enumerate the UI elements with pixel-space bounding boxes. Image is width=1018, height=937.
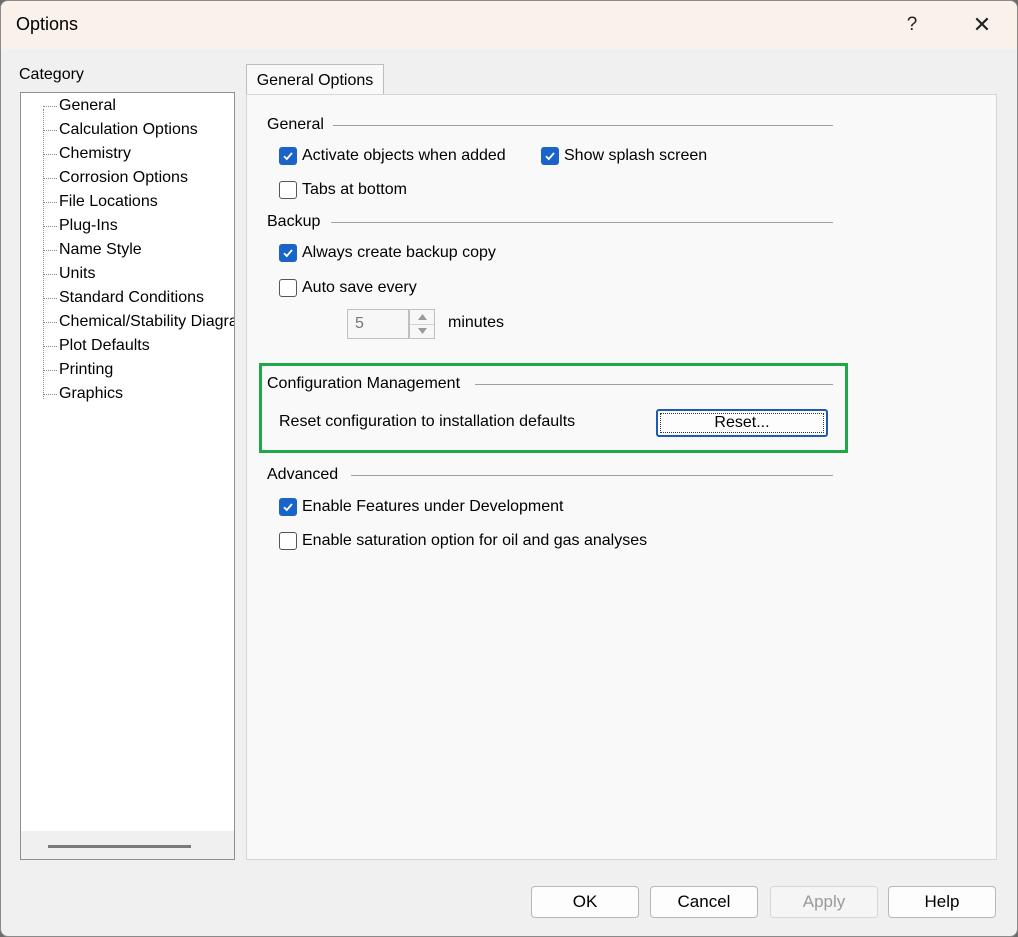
- tree-item-file-locations[interactable]: File Locations: [59, 191, 158, 213]
- always-backup-checkbox[interactable]: Always create backup copy: [279, 244, 496, 262]
- apply-button[interactable]: Apply: [770, 886, 878, 918]
- checkbox-checked-icon[interactable]: [279, 498, 297, 516]
- general-options-panel: General Activate objects when added Show…: [246, 94, 997, 860]
- auto-save-minutes-input[interactable]: 5: [347, 309, 409, 339]
- tree-item-chemistry[interactable]: Chemistry: [59, 143, 131, 165]
- activate-objects-checkbox[interactable]: Activate objects when added: [279, 147, 506, 165]
- tabs-at-bottom-label: Tabs at bottom: [302, 181, 407, 198]
- category-label: Category: [19, 66, 84, 83]
- minutes-label: minutes: [448, 314, 505, 331]
- group-divider: [331, 222, 833, 223]
- close-icon[interactable]: ✕: [959, 7, 1005, 43]
- highlight-box: [259, 363, 848, 453]
- tree-horizontal-scrollbar[interactable]: [21, 831, 234, 859]
- tree-item-chemical-stability-diagrams[interactable]: Chemical/Stability Diagra: [59, 311, 234, 333]
- tree-tick: [43, 370, 57, 371]
- tree-tick: [43, 346, 57, 347]
- enable-saturation-label: Enable saturation option for oil and gas…: [302, 532, 648, 549]
- group-divider: [351, 475, 833, 476]
- tree-tick: [43, 154, 57, 155]
- checkbox-unchecked-icon[interactable]: [279, 279, 297, 297]
- cancel-button[interactable]: Cancel: [650, 886, 758, 918]
- show-splash-label: Show splash screen: [564, 147, 708, 164]
- tree-item-printing[interactable]: Printing: [59, 359, 113, 381]
- tree-tick: [43, 298, 57, 299]
- tree-tick: [43, 322, 57, 323]
- checkbox-unchecked-icon[interactable]: [279, 532, 297, 550]
- help-button[interactable]: Help: [888, 886, 996, 918]
- tree-tick: [43, 226, 57, 227]
- tree-item-name-style[interactable]: Name Style: [59, 239, 142, 261]
- checkbox-checked-icon[interactable]: [279, 244, 297, 262]
- tree-item-plot-defaults[interactable]: Plot Defaults: [59, 335, 150, 357]
- checkbox-unchecked-icon[interactable]: [279, 181, 297, 199]
- title-bar: Options ? ✕: [1, 1, 1017, 49]
- group-title-advanced: Advanced: [267, 465, 347, 485]
- spin-down-icon[interactable]: [410, 324, 434, 338]
- tree-item-units[interactable]: Units: [59, 263, 95, 285]
- show-splash-checkbox[interactable]: Show splash screen: [541, 147, 707, 165]
- tab-general-options[interactable]: General Options: [246, 64, 384, 96]
- tree-tick: [43, 274, 57, 275]
- tree-item-corrosion-options[interactable]: Corrosion Options: [59, 167, 188, 189]
- checkbox-checked-icon[interactable]: [279, 147, 297, 165]
- enable-saturation-checkbox[interactable]: Enable saturation option for oil and gas…: [279, 532, 647, 550]
- help-icon[interactable]: ?: [889, 7, 935, 43]
- group-title-general: General: [267, 115, 332, 135]
- enable-features-label: Enable Features under Development: [302, 498, 564, 515]
- tree-tick: [43, 250, 57, 251]
- options-dialog: Options ? ✕ Category General Calculation…: [0, 0, 1018, 937]
- auto-save-label: Auto save every: [302, 279, 417, 296]
- tree-tick: [43, 130, 57, 131]
- tree-tick: [43, 178, 57, 179]
- tree-item-graphics[interactable]: Graphics: [59, 383, 123, 405]
- tree-item-calculation-options[interactable]: Calculation Options: [59, 119, 198, 141]
- checkbox-checked-icon[interactable]: [541, 147, 559, 165]
- tree-item-plug-ins[interactable]: Plug-Ins: [59, 215, 118, 237]
- window-title: Options: [16, 14, 79, 34]
- tree-connector-line: [43, 109, 44, 399]
- tree-tick: [43, 394, 57, 395]
- tree-tick: [43, 106, 57, 107]
- tree-item-standard-conditions[interactable]: Standard Conditions: [59, 287, 204, 309]
- tree-item-general[interactable]: General: [59, 95, 116, 117]
- always-backup-label: Always create backup copy: [302, 244, 496, 261]
- minutes-spinner[interactable]: [409, 309, 435, 339]
- enable-features-checkbox[interactable]: Enable Features under Development: [279, 498, 564, 516]
- auto-save-checkbox[interactable]: Auto save every: [279, 279, 417, 297]
- ok-button[interactable]: OK: [531, 886, 639, 918]
- tree-tick: [43, 202, 57, 203]
- group-title-backup: Backup: [267, 212, 329, 232]
- scrollbar-thumb[interactable]: [48, 845, 191, 848]
- category-tree[interactable]: General Calculation Options Chemistry Co…: [20, 92, 235, 860]
- activate-objects-label: Activate objects when added: [302, 147, 506, 164]
- tabs-at-bottom-checkbox[interactable]: Tabs at bottom: [279, 181, 407, 199]
- spin-up-icon[interactable]: [410, 310, 434, 325]
- group-divider: [333, 125, 833, 126]
